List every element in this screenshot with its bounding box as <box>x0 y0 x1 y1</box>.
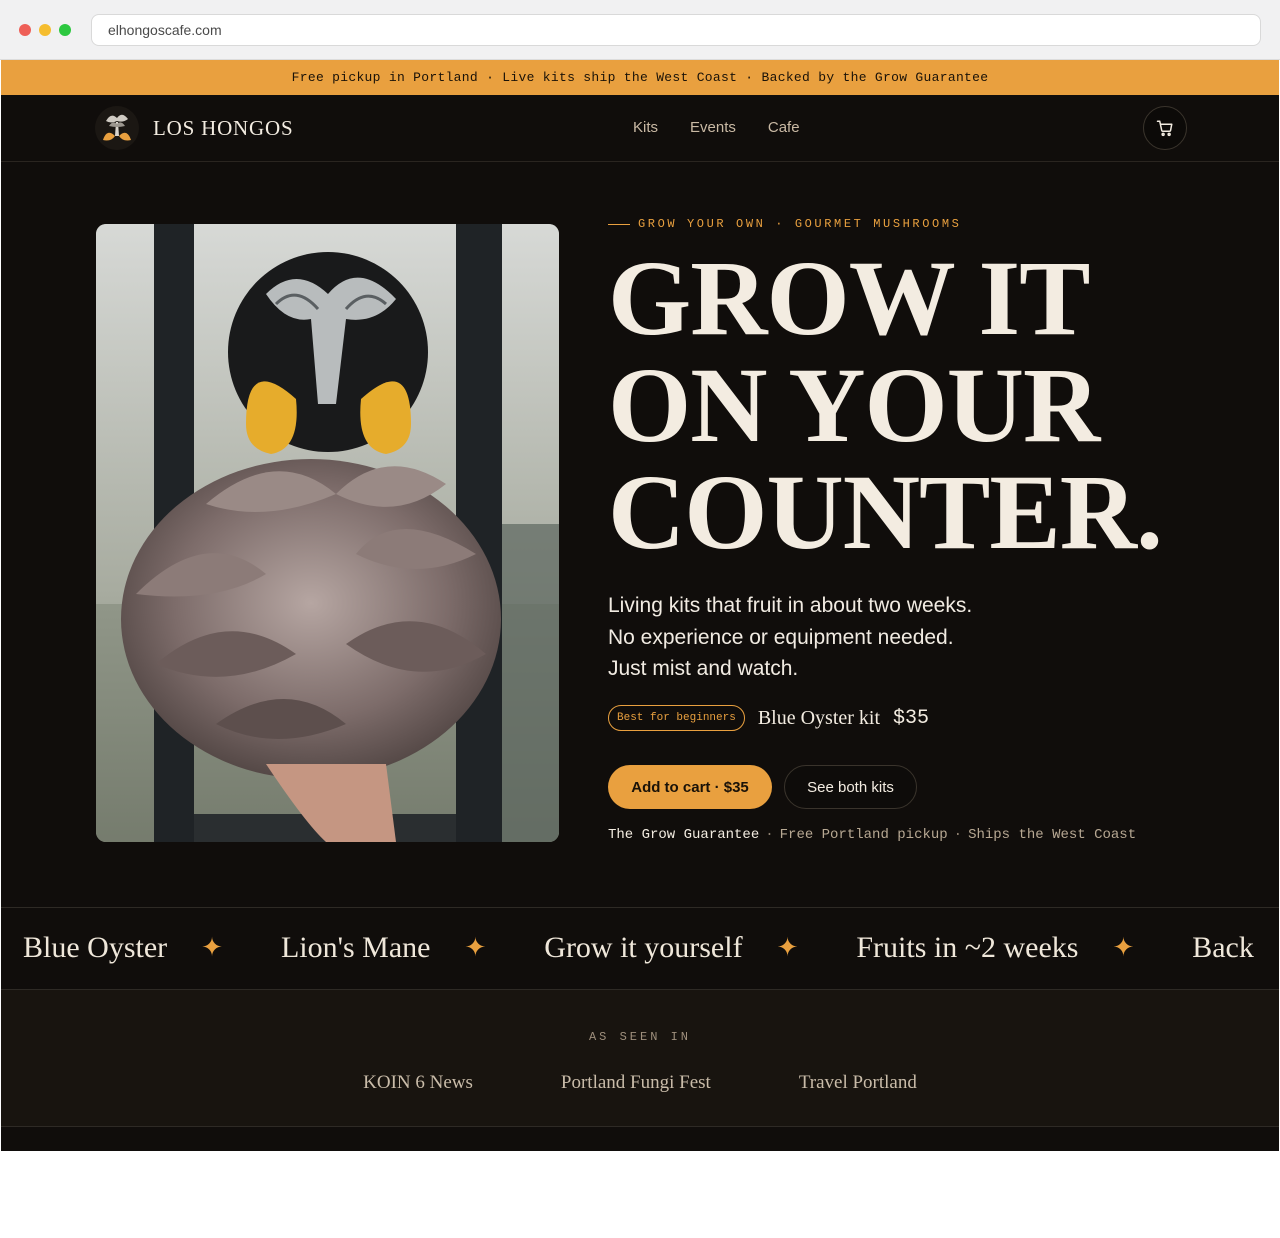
star-icon: ✦ <box>464 933 487 962</box>
main-nav: Kits Events Cafe <box>633 119 800 136</box>
star-icon: ✦ <box>201 933 223 962</box>
hero-photo-oyster-mushrooms <box>96 224 559 842</box>
marquee-item: Blue Oyster <box>23 931 168 964</box>
site-header: LOS HONGOS Kits Events Cafe <box>1 95 1279 162</box>
press-section: AS SEEN IN KOIN 6 News Portland Fungi Fe… <box>1 990 1279 1127</box>
headline-period: . <box>1136 454 1163 572</box>
minimize-window-button[interactable] <box>39 24 51 36</box>
site: Free pickup in Portland · Live kits ship… <box>1 60 1279 1151</box>
address-bar-url: elhongoscafe.com <box>108 22 222 38</box>
assurance-portland-pickup: Free Portland pickup <box>779 827 948 843</box>
star-icon: ✦ <box>776 933 799 962</box>
press-outlets: KOIN 6 News Portland Fungi Fest Travel P… <box>1 1072 1279 1094</box>
headline-line-3: COUNTER. <box>608 460 1163 567</box>
featured-kit: Best for beginners Blue Oyster kit $35 <box>608 705 929 731</box>
marquee-item: Fruits in ~2 weeks <box>856 931 1079 964</box>
star-icon: ✦ <box>1112 933 1135 962</box>
brand-name[interactable]: LOS HONGOS <box>153 116 293 141</box>
eyebrow-rule <box>608 223 630 225</box>
press-outlet-koin: KOIN 6 News <box>363 1072 473 1093</box>
hero-section: GROW YOUR OWN · GOURMET MUSHROOMS GROW I… <box>1 162 1279 908</box>
kit-name: Blue Oyster kit <box>757 706 881 729</box>
eyebrow-text: GROW YOUR OWN · GOURMET MUSHROOMS <box>638 217 962 231</box>
feature-marquee: Blue Oyster ✦ Lion's Mane ✦ Grow it your… <box>1 908 1279 990</box>
announcement-text: Free pickup in Portland · Live kits ship… <box>291 70 989 85</box>
hero-headline: GROW IT ON YOUR COUNTER. <box>608 240 1163 567</box>
see-both-kits-button[interactable]: See both kits <box>784 765 917 809</box>
nav-link-kits[interactable]: Kits <box>633 119 658 136</box>
assurance-grow-guarantee[interactable]: The Grow Guarantee <box>608 827 759 843</box>
assurance-separator: · <box>765 827 774 843</box>
address-bar[interactable]: elhongoscafe.com <box>91 14 1261 46</box>
add-to-cart-button[interactable]: Add to cart · $35 <box>608 765 772 809</box>
marquee-item: Grow it yourself <box>544 931 743 964</box>
cart-icon <box>1156 120 1173 137</box>
nav-link-cafe[interactable]: Cafe <box>768 119 800 136</box>
marquee-item: Back <box>1192 931 1254 964</box>
assurance-west-coast: Ships the West Coast <box>968 827 1137 843</box>
headline-line-1: GROW IT <box>608 240 1091 358</box>
hero-subtext: Living kits that fruit in about two week… <box>608 594 973 680</box>
browser-chrome: elhongoscafe.com <box>0 0 1280 60</box>
press-outlet-fungi-fest: Portland Fungi Fest <box>560 1072 711 1093</box>
announcement-bar: Free pickup in Portland · Live kits ship… <box>1 60 1279 95</box>
headline-line-3-text: COUNTER <box>608 454 1137 572</box>
hero-eyebrow: GROW YOUR OWN · GOURMET MUSHROOMS <box>608 217 961 231</box>
press-label: AS SEEN IN <box>588 1030 691 1044</box>
close-window-button[interactable] <box>19 24 31 36</box>
marquee-track: Blue Oyster ✦ Lion's Mane ✦ Grow it your… <box>23 931 1254 965</box>
assurance-list: The Grow Guarantee · Free Portland pickup ·… <box>608 827 1136 843</box>
kit-price: $35 <box>893 706 930 730</box>
beginner-badge: Best for beginners <box>608 705 745 731</box>
marquee-item: Lion's Mane <box>280 931 431 964</box>
assurance-separator: · <box>953 827 963 843</box>
maximize-window-button[interactable] <box>59 24 71 36</box>
cart-button[interactable] <box>1143 106 1187 150</box>
headline-line-2: ON YOUR <box>608 347 1100 465</box>
press-outlet-travel-portland: Travel Portland <box>798 1072 917 1093</box>
logo-mushroom-icon[interactable] <box>95 106 139 150</box>
nav-link-events[interactable]: Events <box>690 119 736 136</box>
